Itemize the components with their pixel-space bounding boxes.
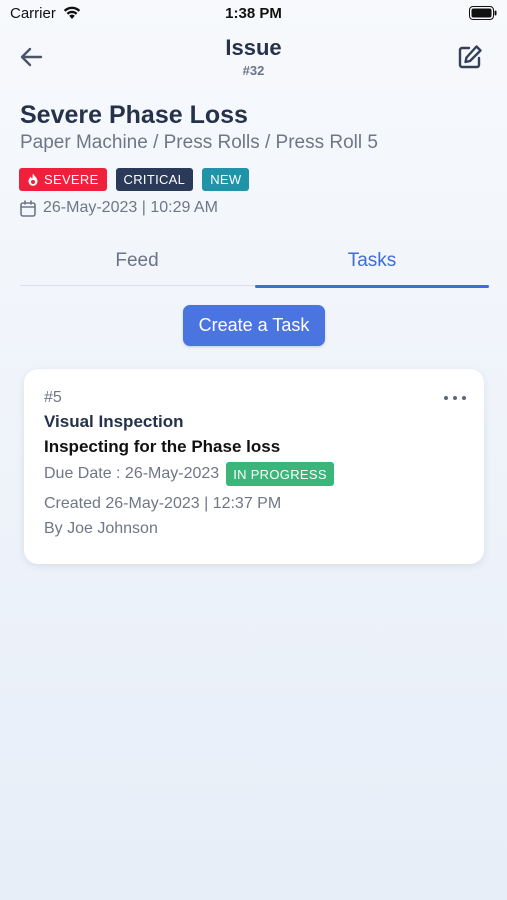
issue-screen: Carrier 1:38 PM Issue #32 Severe Phase L… bbox=[0, 0, 507, 900]
edit-button[interactable] bbox=[453, 40, 487, 74]
task-number: #5 bbox=[44, 389, 62, 406]
issue-date-text: 26-May-2023 | 10:29 AM bbox=[43, 199, 218, 216]
edit-icon bbox=[458, 45, 482, 69]
issue-badges: SEVERE CRITICAL NEW bbox=[19, 168, 250, 191]
calendar-icon bbox=[20, 199, 36, 217]
header: Issue #32 bbox=[0, 30, 507, 86]
severity-badge: SEVERE bbox=[19, 168, 107, 191]
clock: 1:38 PM bbox=[225, 5, 282, 22]
battery-icon bbox=[469, 6, 497, 20]
status-badge-label: NEW bbox=[210, 172, 242, 187]
issue-title: Severe Phase Loss bbox=[20, 101, 248, 129]
status-badge: NEW bbox=[202, 168, 250, 191]
task-due-row: Due Date : 26-May-2023 IN PROGRESS bbox=[44, 462, 334, 486]
task-card[interactable]: #5 Visual Inspection Inspecting for the … bbox=[24, 369, 484, 564]
more-options-button[interactable] bbox=[444, 391, 466, 405]
priority-badge: CRITICAL bbox=[115, 168, 194, 191]
task-status-badge: IN PROGRESS bbox=[226, 462, 334, 486]
create-task-button[interactable]: Create a Task bbox=[183, 305, 325, 346]
more-dots-icon bbox=[444, 396, 448, 400]
issue-date: 26-May-2023 | 10:29 AM bbox=[20, 199, 218, 217]
tab-feed[interactable]: Feed bbox=[20, 236, 254, 286]
flame-icon bbox=[28, 173, 38, 186]
tab-tasks[interactable]: Tasks bbox=[255, 236, 489, 288]
task-title: Visual Inspection bbox=[44, 412, 184, 431]
task-description: Inspecting for the Phase loss bbox=[44, 437, 281, 456]
priority-badge-label: CRITICAL bbox=[123, 172, 186, 187]
status-bar: Carrier 1:38 PM bbox=[0, 0, 507, 28]
issue-number: #32 bbox=[242, 63, 265, 78]
asset-path: Paper Machine / Press Rolls / Press Roll… bbox=[20, 132, 378, 153]
severity-badge-label: SEVERE bbox=[44, 172, 99, 187]
task-created: Created 26-May-2023 | 12:37 PM bbox=[44, 495, 282, 512]
tab-bar: Feed Tasks bbox=[20, 236, 489, 288]
task-author: By Joe Johnson bbox=[44, 520, 158, 537]
task-due-date: Due Date : 26-May-2023 bbox=[44, 465, 220, 482]
page-title: Issue bbox=[225, 35, 282, 60]
